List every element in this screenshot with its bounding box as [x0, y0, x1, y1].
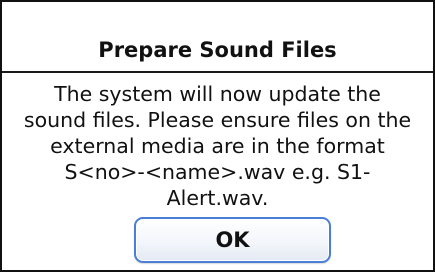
message-line: sound files. Please ensure files on the [23, 108, 412, 132]
prepare-sound-files-dialog: Prepare Sound Files The system will now … [0, 0, 435, 272]
message-line: Alert.wav. [166, 186, 269, 210]
dialog-title: Prepare Sound Files [98, 38, 337, 62]
title-divider [2, 71, 433, 73]
message-line: The system will now update the [54, 82, 381, 106]
ok-button-label: OK [215, 228, 250, 252]
message-line: external media are in the format [50, 134, 385, 158]
ok-button[interactable]: OK [134, 217, 331, 263]
dialog-message: The system will now update the sound fil… [2, 81, 433, 211]
message-line: S<no>-<name>.wav e.g. S1- [64, 160, 371, 184]
